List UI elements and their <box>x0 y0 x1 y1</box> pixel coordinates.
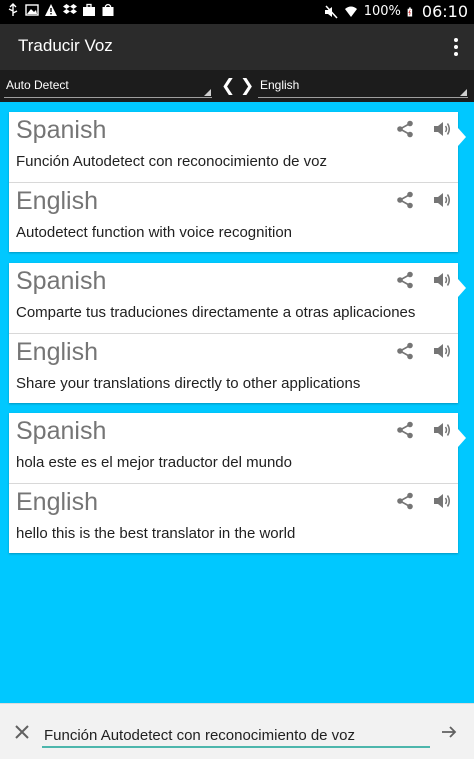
target-language-label: English <box>260 78 300 92</box>
row-language-label: English <box>16 187 98 215</box>
share-icon[interactable] <box>396 120 414 138</box>
send-arrow-icon[interactable] <box>441 724 457 740</box>
warning-icon <box>45 4 57 16</box>
overflow-dot <box>454 38 458 42</box>
clear-icon[interactable] <box>14 724 30 740</box>
row-language-label: English <box>16 338 98 366</box>
row-text: Autodetect function with voice recogniti… <box>16 224 292 241</box>
share-icon[interactable] <box>396 492 414 510</box>
dropbox-icon <box>63 4 77 14</box>
translation-row-source: Spanish Función Autodetect con reconocim… <box>9 112 458 182</box>
row-text: Función Autodetect con reconocimiento de… <box>16 153 328 170</box>
usb-icon <box>8 3 18 16</box>
overflow-dot <box>454 45 458 49</box>
next-language-button[interactable]: ❯ <box>240 76 254 96</box>
share-icon[interactable] <box>396 191 414 209</box>
translation-row-target: English hello this is the best translato… <box>9 483 458 553</box>
row-text: hello this is the best translator in the… <box>16 525 296 542</box>
translation-input[interactable] <box>42 724 430 748</box>
translation-card: Spanish Función Autodetect con reconocim… <box>9 112 466 252</box>
battery-icon <box>407 7 413 16</box>
row-text: Comparte tus traduciones directamente a … <box>16 304 416 321</box>
mute-icon <box>324 4 338 19</box>
app-title: Traducir Voz <box>18 36 113 55</box>
image-icon <box>25 4 39 16</box>
status-bar: 100% 06:10 <box>0 0 474 24</box>
row-language-label: Spanish <box>16 417 107 445</box>
translation-card: Spanish Comparte tus traduciones directa… <box>9 263 466 403</box>
row-text: hola este es el mejor traductor del mund… <box>16 454 292 471</box>
prev-language-button[interactable]: ❮ <box>221 76 235 96</box>
source-language-label: Auto Detect <box>6 78 69 92</box>
speaker-icon[interactable] <box>433 421 451 439</box>
speaker-icon[interactable] <box>433 120 451 138</box>
input-bar <box>0 703 474 759</box>
notification-icons <box>6 3 115 17</box>
system-icons: 100% 06:10 <box>324 2 468 21</box>
source-language-select[interactable]: Auto Detect <box>4 76 212 98</box>
translation-card: Spanish hola este es el mejor traductor … <box>9 413 466 553</box>
row-language-label: Spanish <box>16 267 107 295</box>
speaker-icon[interactable] <box>433 492 451 510</box>
speaker-icon[interactable] <box>433 342 451 360</box>
translation-row-target: English Share your translations directly… <box>9 333 458 403</box>
shopping-bag-icon <box>102 3 114 16</box>
share-icon[interactable] <box>396 271 414 289</box>
share-icon[interactable] <box>396 342 414 360</box>
wifi-icon <box>344 6 357 17</box>
row-text: Share your translations directly to othe… <box>16 375 361 392</box>
overflow-dot <box>454 52 458 56</box>
language-bar: Auto Detect ❮ ❯ English <box>0 70 474 102</box>
briefcase-icon <box>83 3 95 16</box>
row-language-label: Spanish <box>16 116 107 144</box>
translation-row-source: Spanish Comparte tus traduciones directa… <box>9 263 458 333</box>
overflow-menu-icon[interactable] <box>452 36 460 58</box>
app-bar: Traducir Voz <box>0 24 474 70</box>
dropdown-triangle-icon <box>204 89 211 96</box>
battery-percent: 100% <box>363 4 401 19</box>
translation-row-target: English Autodetect function with voice r… <box>9 182 458 252</box>
speaker-icon[interactable] <box>433 191 451 209</box>
translation-row-source: Spanish hola este es el mejor traductor … <box>9 413 458 483</box>
translation-list: Spanish Función Autodetect con reconocim… <box>0 102 474 703</box>
row-language-label: English <box>16 488 98 516</box>
status-clock: 06:10 <box>421 2 468 21</box>
speaker-icon[interactable] <box>433 271 451 289</box>
share-icon[interactable] <box>396 421 414 439</box>
target-language-select[interactable]: English <box>258 76 468 98</box>
dropdown-triangle-icon <box>460 89 467 96</box>
